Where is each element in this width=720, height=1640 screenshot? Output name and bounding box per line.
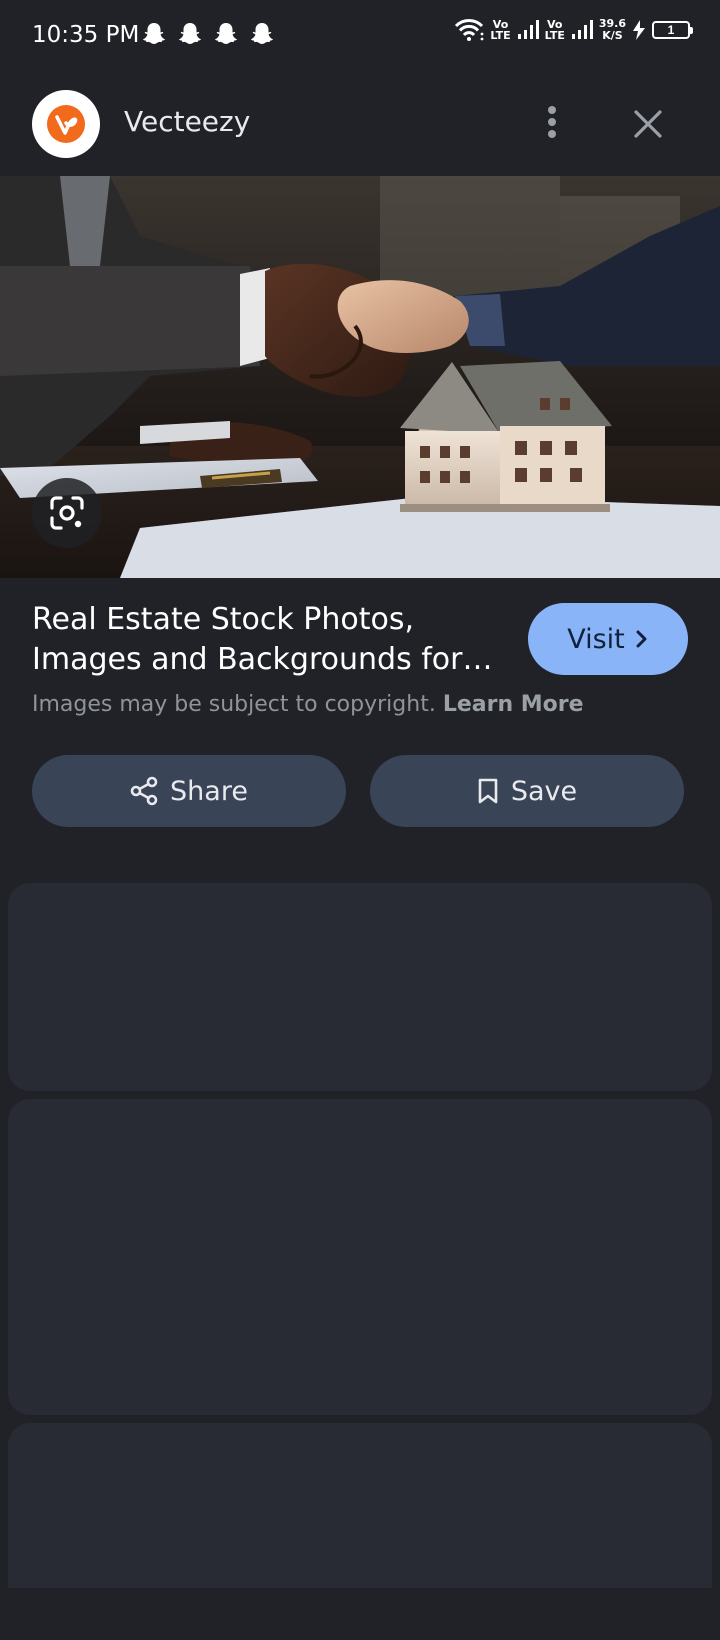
handshake-house-photo [0, 176, 720, 578]
close-icon[interactable] [624, 100, 672, 148]
related-card-placeholder[interactable] [8, 1099, 712, 1415]
volte-line2: LTE [544, 29, 565, 42]
share-button[interactable]: Share [32, 755, 346, 827]
copyright-text: Images may be subject to copyright. [32, 692, 436, 717]
more-vert-icon[interactable] [530, 100, 574, 144]
visit-button[interactable]: Visit [528, 603, 688, 675]
title-line-1: Real Estate Stock Photos, [32, 602, 415, 637]
battery-level: 1 [667, 23, 675, 37]
google-lens-icon[interactable] [32, 478, 102, 548]
signal-icon [517, 20, 539, 39]
volte-indicator-1: Vo LTE [490, 19, 510, 41]
title-line-2: Images and Backgrounds for… [32, 642, 493, 677]
save-button[interactable]: Save [370, 755, 684, 827]
result-image[interactable] [0, 176, 720, 578]
visit-label: Visit [567, 623, 625, 655]
status-time: 10:35 PM [32, 22, 140, 48]
learn-more-link[interactable]: Learn More [443, 692, 584, 717]
speed-unit: K/S [602, 29, 623, 42]
vecteezy-logo-icon [47, 105, 85, 143]
charging-icon [633, 20, 645, 40]
snapchat-icon [215, 23, 237, 44]
related-card-placeholder[interactable] [8, 1423, 712, 1588]
volte-line2: LTE [490, 29, 511, 42]
battery-icon: 1 [652, 21, 693, 39]
save-label: Save [510, 775, 578, 807]
viewer-header: Vecteezy [0, 82, 720, 166]
volte-indicator-2: Vo LTE [545, 19, 565, 41]
related-card-placeholder[interactable] [8, 883, 712, 1091]
vecteezy-logo-icon[interactable] [32, 90, 100, 158]
wifi-icon [455, 19, 484, 41]
share-label: Share [170, 775, 248, 807]
notification-icons [142, 22, 274, 48]
result-title[interactable]: Real Estate Stock Photos, Images and Bac… [32, 600, 502, 680]
bookmark-icon [478, 778, 498, 804]
share-icon [130, 776, 158, 806]
navigation-bar-area [0, 1588, 720, 1640]
snapchat-icon [179, 23, 201, 44]
site-name[interactable]: Vecteezy [124, 105, 250, 138]
status-bar: 10:35 PM Vo LTE Vo LTE 39.6 K/S 1 [0, 0, 720, 72]
status-indicators: Vo LTE Vo LTE 39.6 K/S 1 [454, 18, 693, 42]
snapchat-icon [251, 23, 273, 44]
copyright-notice: Images may be subject to copyright. Lear… [32, 692, 584, 717]
network-speed: 39.6 K/S [599, 18, 626, 42]
snapchat-icon [143, 23, 165, 44]
google-lens-icon [50, 496, 84, 530]
chevron-right-icon [636, 630, 647, 648]
signal-icon [571, 20, 593, 39]
